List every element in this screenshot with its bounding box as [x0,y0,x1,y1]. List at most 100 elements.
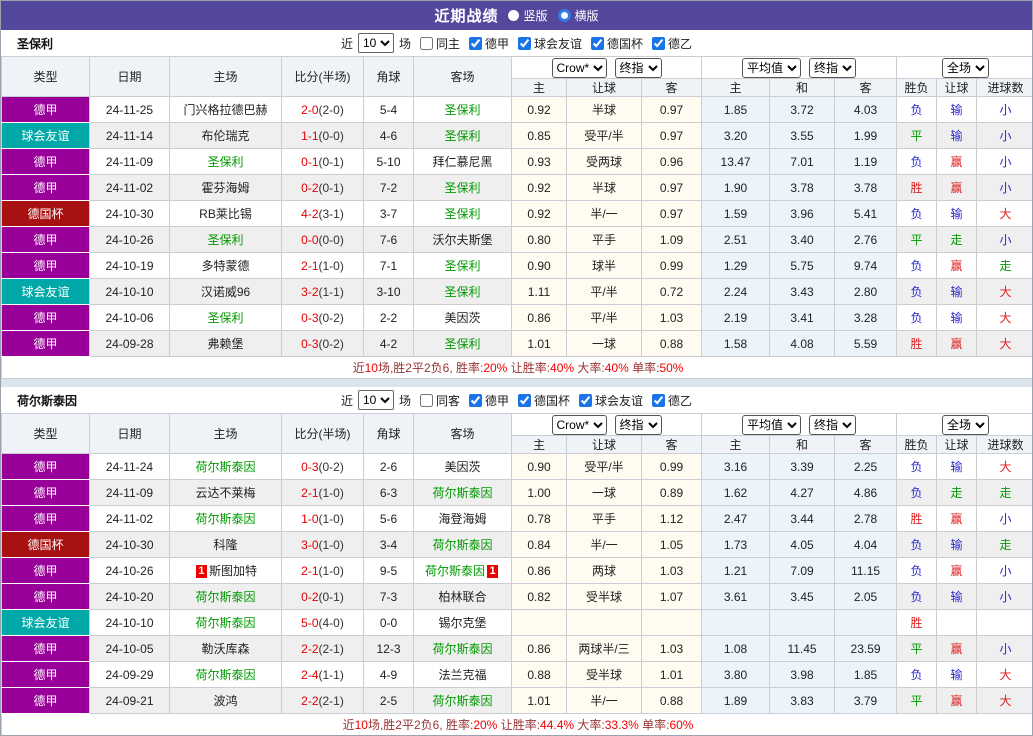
team-name-link[interactable]: 拜仁慕尼黑 [432,155,492,169]
team-name-link[interactable]: 法兰克福 [438,668,486,682]
league-type-cell: 德国杯 [1,200,90,227]
final-index-select-2[interactable]: 终指 [809,414,857,435]
team-name-link[interactable]: 沃尔夫斯堡 [432,233,492,247]
home-team-cell: 科隆 [169,531,282,558]
result-handicap: 赢 [936,687,978,714]
team-name-link[interactable]: 弗赖堡 [207,337,243,351]
crow-away-odds: 1.01 [640,661,703,688]
team-name-link[interactable]: 荷尔斯泰因 [195,590,255,604]
away-team-cell: 圣保利 [413,252,512,279]
full-match-select[interactable]: 全场 [942,414,990,435]
team-name-link[interactable]: 荷尔斯泰因 [195,460,255,474]
horizontal-radio-icon[interactable] [557,9,571,22]
team-name-link[interactable]: 锡尔克堡 [438,616,486,630]
fulltime-score: 2-4 [301,667,319,682]
team-name-link[interactable]: 荷尔斯泰因 [195,616,255,630]
team-name-link[interactable]: 科隆 [213,538,237,552]
league-checkbox[interactable] [591,36,605,50]
final-index-select-1[interactable]: 终指 [614,414,662,435]
team2-results-table: 类型 日期 主场 比分(半场) 角球 客场 Crow*终指 平均值终指 全场 [1,413,1032,735]
fulltime-score: 2-2 [301,693,319,708]
team-name-link[interactable]: 波鸿 [213,694,237,708]
team-name-link[interactable]: 荷尔斯泰因 [425,564,485,578]
final-index-select-1[interactable]: 终指 [614,57,662,78]
avg-away-odds: 3.78 [834,174,898,201]
team-name-link[interactable]: 圣保利 [207,311,243,325]
crow-odds-select[interactable]: Crow* [551,414,607,435]
team-name-link[interactable]: 多特蒙德 [201,259,249,273]
score-cell: 2-1(1-0) [281,252,364,279]
crow-handicap: 半/一 [566,531,642,558]
result-goals: 小 [976,122,1032,149]
fulltime-score: 0-0 [301,232,319,247]
full-match-select-cell: 全场 [896,413,1032,436]
team-name-link[interactable]: 美因茨 [444,311,480,325]
halftime-score: (1-1) [318,284,344,299]
team-name-link[interactable]: 荷尔斯泰因 [195,512,255,526]
same-home-checkbox[interactable] [419,36,433,50]
match-count-select[interactable]: 10 [357,33,394,53]
team-name-link[interactable]: 荷尔斯泰因 [432,694,492,708]
horizontal-layout-option[interactable]: 横版 [557,7,599,24]
team-name-link[interactable]: 荷尔斯泰因 [195,668,255,682]
team-name-link[interactable]: 勒沃库森 [201,642,249,656]
team-name-link[interactable]: 斯图加特 [209,564,257,578]
same-away-checkbox[interactable] [419,393,433,407]
team-name-link[interactable]: 圣保利 [444,259,480,273]
league-checkbox[interactable] [468,393,482,407]
team-name-link[interactable]: 汉诺威96 [201,285,250,299]
away-team-cell: 圣保利 [413,200,512,227]
crow-away-odds: 0.97 [640,96,703,123]
crow-away-odds: 0.97 [640,200,703,227]
league-checkbox[interactable] [518,393,531,407]
team-name-link[interactable]: 圣保利 [444,103,480,117]
avg-home-odds: 1.59 [701,200,771,227]
crow-handicap: 一球 [566,330,642,357]
match-count-select[interactable]: 10 [357,390,394,410]
crow-odds-select[interactable]: Crow* [551,57,607,78]
average-odds-select[interactable]: 平均值 [742,57,802,78]
recent-results-page: 近期战绩 竖版 横版 圣保利 近 10 场 同主 德甲 球会友谊 德国杯 德乙 [0,0,1033,736]
league-checkbox[interactable] [652,393,666,407]
team-name-link[interactable]: 霍芬海姆 [201,181,249,195]
team-name-link[interactable]: 荷尔斯泰因 [432,538,492,552]
team-name-link[interactable]: 柏林联合 [438,590,486,604]
team-name-link[interactable]: 海登海姆 [438,512,486,526]
final-index-select-2[interactable]: 终指 [809,57,857,78]
team-name-link[interactable]: 荷尔斯泰因 [432,486,492,500]
corner-cell: 6-3 [363,479,414,506]
avg-home-odds: 1.73 [701,531,771,558]
league-checkbox[interactable] [652,36,666,50]
league-type-cell: 德甲 [1,453,90,480]
team-name-link[interactable]: 圣保利 [444,337,480,351]
team-name-link[interactable]: 美因茨 [444,460,480,474]
team-name-link[interactable]: 圣保利 [444,129,480,143]
score-cell: 0-1(0-1) [281,148,364,175]
team-name-link[interactable]: 圣保利 [444,207,480,221]
crow-handicap: 受半球 [566,661,642,688]
crow-home-odds: 1.11 [511,278,567,305]
vertical-radio-icon[interactable] [508,10,520,21]
league-checkbox[interactable] [518,36,531,50]
league-label: 德国杯 [607,36,644,51]
team-name-link[interactable]: 门兴格拉德巴赫 [183,103,267,117]
score-cell: 1-0(1-0) [281,505,364,532]
team-name-link[interactable]: 荷尔斯泰因 [432,642,492,656]
col-header-type: 类型 [1,56,90,97]
team-name-link[interactable]: 圣保利 [444,181,480,195]
team-name-link[interactable]: RB莱比锡 [199,207,252,221]
team-name-link[interactable]: 布伦瑞克 [201,129,249,143]
team-name-link[interactable]: 圣保利 [207,155,243,169]
crow-handicap: 受平/半 [566,453,642,480]
full-match-select[interactable]: 全场 [942,57,990,78]
team-name-link[interactable]: 云达不莱梅 [195,486,255,500]
average-odds-select[interactable]: 平均值 [742,414,802,435]
league-checkbox[interactable] [579,393,593,407]
league-type-cell: 德甲 [1,304,90,331]
crow-home-odds: 0.90 [511,252,567,279]
crow-handicap: 半/一 [566,200,642,227]
team-name-link[interactable]: 圣保利 [207,233,243,247]
vertical-layout-option[interactable]: 竖版 [508,7,548,24]
league-checkbox[interactable] [468,36,482,50]
team-name-link[interactable]: 圣保利 [444,285,480,299]
